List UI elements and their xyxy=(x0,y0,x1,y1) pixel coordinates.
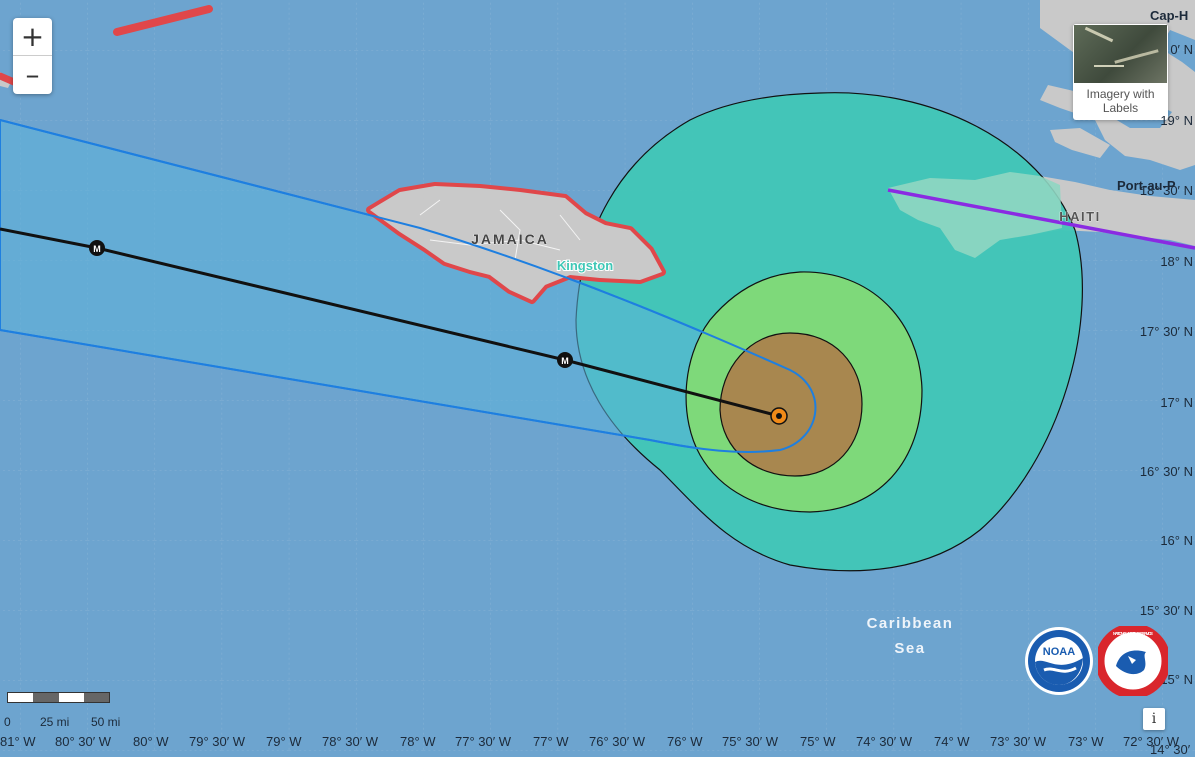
latitude-label: 16° N xyxy=(1160,533,1193,548)
longitude-label-partial: 14° 30′ xyxy=(1150,742,1191,757)
scale-bar: 0 25 mi 50 mi xyxy=(4,692,120,729)
zoom-control: + – xyxy=(13,18,52,94)
longitude-label: 75° 30′ W xyxy=(722,734,779,749)
scale-bar-segments xyxy=(7,692,110,703)
label-jamaica: JAMAICA xyxy=(471,231,549,247)
longitude-label: 77° W xyxy=(533,734,569,749)
longitude-label: 73° 30′ W xyxy=(990,734,1047,749)
longitude-label: 81° W xyxy=(0,734,36,749)
longitude-label: 80° 30′ W xyxy=(55,734,112,749)
nws-logo: NATIONAL WEATHER SERVICE xyxy=(1098,626,1168,696)
longitude-label: 78° W xyxy=(400,734,436,749)
nws-logo-text: NATIONAL WEATHER SERVICE xyxy=(1113,631,1153,636)
track-marker-1[interactable]: M xyxy=(89,240,105,256)
longitude-label: 76° W xyxy=(667,734,703,749)
svg-text:M: M xyxy=(561,356,569,366)
longitude-label: 79° 30′ W xyxy=(189,734,246,749)
latitude-label: 18° N xyxy=(1160,254,1193,269)
label-kingston: Kingston xyxy=(557,258,613,273)
noaa-logo: NOAA xyxy=(1025,627,1093,695)
latitude-label: 17° 30′ N xyxy=(1139,324,1193,339)
scale-label-zero: 0 xyxy=(4,715,11,729)
zoom-out-button[interactable]: – xyxy=(13,56,52,94)
map-canvas[interactable]: M M JAMAICA Kingston HAITI Caribbean Sea xyxy=(0,0,1195,751)
info-button[interactable]: i xyxy=(1143,708,1165,730)
scale-label-mid: 25 mi xyxy=(40,715,70,729)
latitude-label: 16° 30′ N xyxy=(1139,464,1193,479)
scale-label-end: 50 mi xyxy=(91,715,121,729)
wind-field-64kt xyxy=(719,332,863,477)
noaa-logo-text: NOAA xyxy=(1043,646,1075,658)
latitude-label: 17° N xyxy=(1160,395,1193,410)
label-sea: Sea xyxy=(894,640,925,657)
longitude-label: 74° 30′ W xyxy=(856,734,913,749)
longitude-label: 77° 30′ W xyxy=(455,734,512,749)
latitude-label: 15° 30′ N xyxy=(1139,603,1193,618)
label-cap-haitien: Cap-H xyxy=(1150,8,1189,23)
current-position-hurricane-icon[interactable] xyxy=(770,407,788,425)
longitude-label: 76° 30′ W xyxy=(589,734,646,749)
zoom-in-button[interactable]: + xyxy=(13,18,52,56)
longitude-label: 73° W xyxy=(1068,734,1104,749)
svg-text:M: M xyxy=(93,244,101,254)
latitude-label: 19° N xyxy=(1160,113,1193,128)
latitude-label: 18° 30′ N xyxy=(1139,183,1193,198)
longitude-label: 79° W xyxy=(266,734,302,749)
longitude-label: 75° W xyxy=(800,734,836,749)
longitude-label: 80° W xyxy=(133,734,169,749)
basemap-thumbnail xyxy=(1074,25,1167,83)
basemap-label: Imagery with Labels xyxy=(1086,87,1155,115)
longitude-label: 78° 30′ W xyxy=(322,734,379,749)
label-haiti: HAITI xyxy=(1059,209,1100,224)
label-caribbean: Caribbean xyxy=(867,615,954,632)
basemap-toggle-button[interactable]: Imagery with Labels xyxy=(1073,24,1168,120)
track-marker-2[interactable]: M xyxy=(557,352,573,368)
latitude-label-partial: 0′ N xyxy=(1170,42,1193,57)
longitude-label: 74° W xyxy=(934,734,970,749)
